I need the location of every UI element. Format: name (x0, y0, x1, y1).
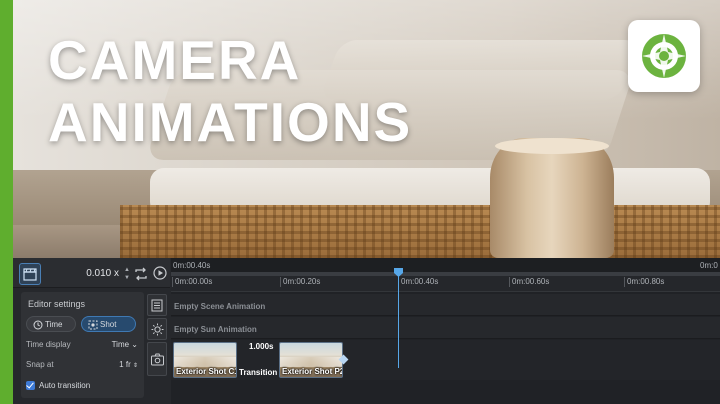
time-ruler[interactable]: 0m:00.00s 0m:00.20s 0m:00.40s 0m:00.60s … (171, 276, 720, 292)
sun-track-button[interactable] (147, 318, 167, 340)
mode-shot-label: Shot (100, 320, 117, 329)
snap-at-stepper[interactable]: 1 fr ⇕ (119, 360, 138, 369)
mode-time-button[interactable]: Time (26, 316, 76, 332)
transition-label[interactable]: Transition (239, 368, 277, 377)
shot-icon (88, 320, 98, 330)
clip-name: Exterior Shot C1 (176, 367, 237, 376)
overview-start-time: 0m:00.40s (173, 261, 211, 270)
time-display-value: Time (111, 340, 130, 349)
title-line-2: ANIMATIONS (48, 91, 413, 153)
playback-speed-input[interactable]: 0.010 x (81, 266, 119, 282)
camera-shot-track[interactable]: Exterior Shot C1 1.000s Transition Exter… (171, 340, 720, 380)
clip-name: Exterior Shot P2 (282, 367, 343, 376)
brand-stripe (0, 0, 13, 404)
mode-time-label: Time (45, 320, 63, 329)
overview-end-time: 0m:0 (700, 261, 718, 270)
speed-spinner[interactable]: ▲ ▼ (123, 266, 131, 282)
mode-shot-button[interactable]: Shot (81, 316, 136, 332)
floor (13, 225, 123, 258)
timeline[interactable]: 0m:00.40s 0m:0 0m:00.00s 0m:00.20s 0m:00… (171, 258, 720, 404)
editor-toolbar: 0.010 x ▲ ▼ (13, 258, 170, 288)
stepper-icon: ⇕ (132, 363, 138, 369)
ruler-tick: 0m:00.00s (171, 277, 213, 287)
logo-icon (642, 34, 686, 78)
app-logo (628, 20, 700, 92)
chevron-down-icon: ⌄ (131, 340, 138, 349)
scene-animation-track[interactable]: Empty Scene Animation (171, 294, 720, 316)
transition-duration: 1.000s (249, 342, 274, 351)
vase-rim (495, 138, 609, 154)
ruler-tick: 0m:00.20s (279, 277, 321, 287)
auto-transition-checkbox[interactable] (26, 381, 35, 390)
time-display-label: Time display (26, 340, 71, 349)
shot-clip[interactable]: Exterior Shot C1 (173, 342, 237, 378)
snap-at-label: Snap at (26, 360, 54, 369)
ruler-tick: 0m:00.60s (508, 277, 550, 287)
animation-editor: 0.010 x ▲ ▼ Editor settings Time Shot Tim… (13, 258, 720, 404)
editor-settings-panel: Editor settings Time Shot Time display T… (21, 292, 144, 398)
clip-thumbnail (174, 357, 236, 367)
time-display-select[interactable]: Time ⌄ (112, 340, 138, 349)
wooden-vase (490, 138, 614, 258)
scene-track-button[interactable] (147, 294, 167, 316)
clip-thumbnail (280, 357, 342, 367)
ruler-tick: 0m:00.80s (623, 277, 665, 287)
loop-icon[interactable] (133, 266, 149, 282)
sun-track-label: Empty Sun Animation (174, 325, 257, 334)
scene-track-label: Empty Scene Animation (174, 302, 266, 311)
sun-icon (151, 323, 164, 336)
snap-at-value: 1 fr (119, 360, 131, 369)
camera-track-button[interactable] (147, 342, 167, 376)
track-type-icons (144, 292, 170, 404)
shot-clip[interactable]: Exterior Shot P2 (279, 342, 343, 378)
document-icon (151, 299, 163, 312)
animation-mode-button[interactable] (19, 263, 41, 285)
clapperboard-icon (23, 268, 37, 281)
ruler-tick: 0m:00.40s (397, 277, 439, 287)
editor-settings-title: Editor settings (28, 299, 86, 309)
wicker-frame (120, 205, 720, 258)
clock-icon (33, 320, 43, 330)
camera-icon (151, 353, 164, 366)
title-line-1: CAMERA (48, 29, 302, 91)
play-icon[interactable] (153, 266, 167, 280)
auto-transition-label: Auto transition (39, 381, 91, 390)
hero-banner: CAMERA ANIMATIONS (0, 0, 720, 258)
playhead-line[interactable] (398, 268, 399, 368)
sun-animation-track[interactable]: Empty Sun Animation (171, 317, 720, 339)
